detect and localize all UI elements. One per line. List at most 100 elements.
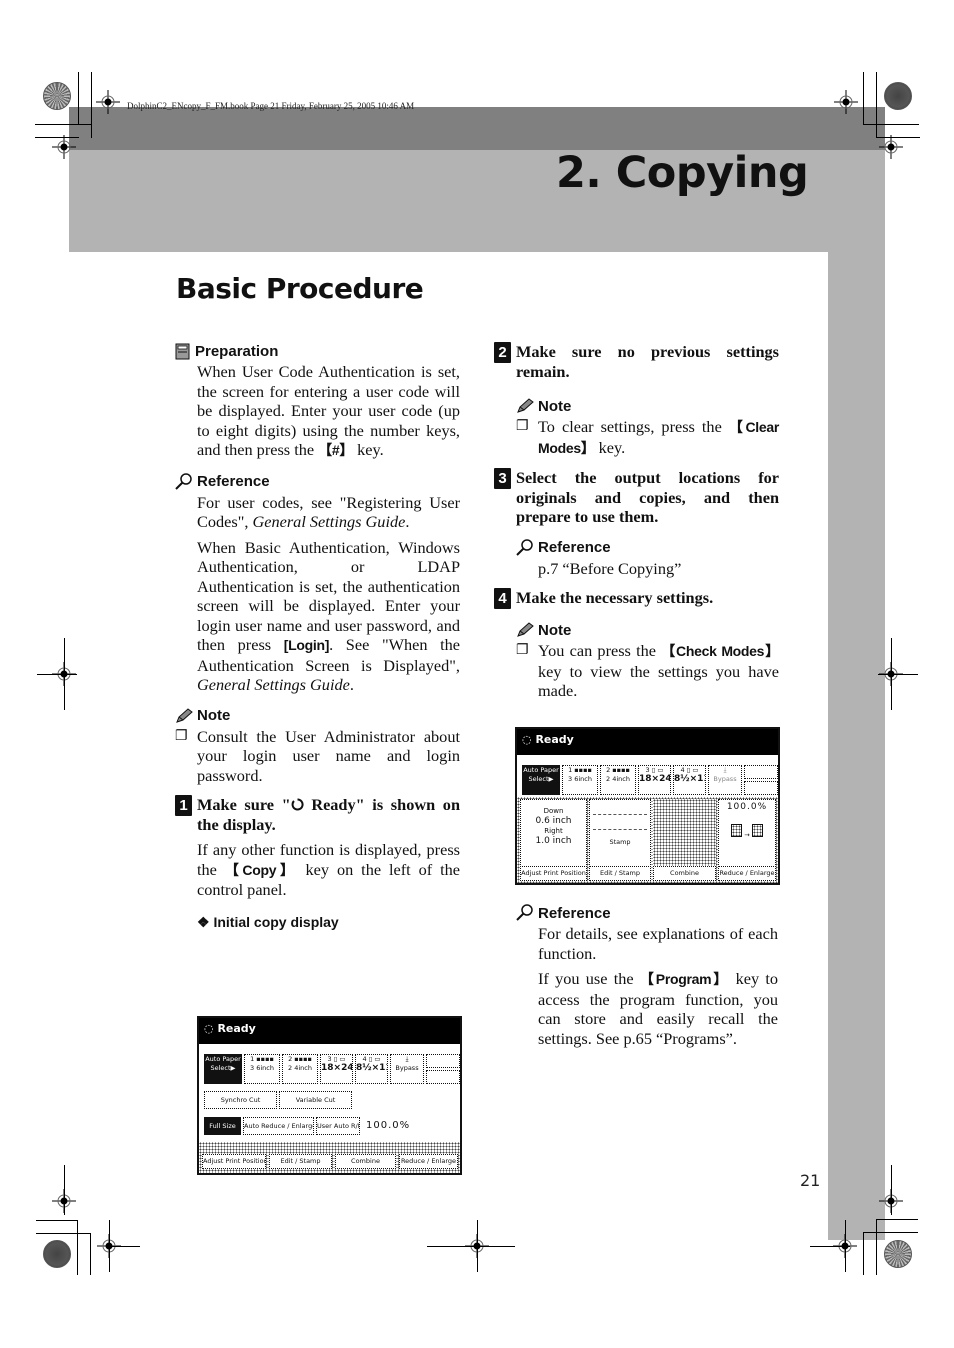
status-bar: ◌ Ready bbox=[199, 1018, 460, 1044]
reference-text: For details, see explanations of each fu… bbox=[538, 924, 779, 1048]
step-number: 4 bbox=[494, 588, 511, 609]
magnifier-icon bbox=[516, 538, 533, 556]
crop-line bbox=[64, 1165, 65, 1215]
check-modes-key: 【Check Modes】 bbox=[661, 643, 779, 659]
note-heading: Note bbox=[175, 705, 460, 727]
crop-line bbox=[35, 124, 91, 125]
pencil-icon bbox=[176, 707, 193, 723]
note-item: ❐ Consult the User Administrator about y… bbox=[175, 726, 460, 785]
step-1: 1 Make sure " Ready" is shown on the dis… bbox=[175, 795, 460, 834]
ready-circle-icon: ◌ bbox=[522, 733, 532, 746]
program-key: 【Program】 bbox=[639, 971, 730, 987]
crop-line bbox=[37, 674, 77, 675]
crop-line bbox=[863, 124, 919, 125]
crop-line bbox=[90, 1233, 91, 1275]
tray-1[interactable]: 1 ▪▪▪▪ 3 6inch bbox=[562, 765, 598, 795]
tab-adjust-print-position[interactable]: Adjust Print Position bbox=[202, 1154, 266, 1169]
print-slug: DolphinC2_ENcopy_F_FM.book Page 21 Frida… bbox=[127, 101, 415, 111]
final-reference: Reference For details, see explanations … bbox=[516, 902, 778, 1054]
page-number: 21 bbox=[800, 1171, 821, 1190]
edit-stamp-summary[interactable]: Stamp bbox=[589, 799, 651, 867]
blank-key[interactable] bbox=[426, 1054, 460, 1068]
full-size-button[interactable]: Full Size bbox=[204, 1117, 241, 1135]
checkbox-bullet-icon: ❐ bbox=[516, 643, 529, 658]
right-column: 2 Make sure no previous settings remain.… bbox=[494, 340, 779, 701]
checkbox-bullet-icon: ❐ bbox=[175, 728, 188, 744]
pencil-icon bbox=[517, 398, 534, 413]
tray-4[interactable]: 4 ▯ ▭8½×11 bbox=[355, 1054, 388, 1084]
blank-key[interactable] bbox=[744, 781, 778, 795]
reference-text: For user codes, see "Registering User Co… bbox=[197, 492, 460, 695]
registration-mark-icon bbox=[834, 90, 858, 114]
tray-3[interactable]: 3 ▯ ▭ 18×24 bbox=[638, 765, 671, 795]
tab-edit-stamp[interactable]: Edit / Stamp bbox=[269, 1154, 332, 1169]
hash-key: 【#】 bbox=[318, 442, 354, 458]
crop-line bbox=[878, 674, 918, 675]
preparation-heading: Preparation bbox=[175, 340, 460, 362]
crop-line bbox=[427, 1246, 515, 1247]
auto-reduce-enlarge-button[interactable]: Auto Reduce / Enlarge bbox=[243, 1117, 314, 1135]
crop-line bbox=[863, 1232, 918, 1233]
crop-line bbox=[891, 1165, 892, 1215]
step-number: 2 bbox=[494, 342, 511, 363]
figure-caption: ❖ Initial copy display bbox=[197, 913, 339, 930]
synchro-cut-button[interactable]: Synchro Cut bbox=[204, 1091, 277, 1109]
ready-circle-icon bbox=[291, 798, 304, 811]
crop-line bbox=[876, 1219, 877, 1275]
tray-auto-paper-select[interactable]: Auto Paper Select▶ bbox=[204, 1054, 242, 1084]
crop-line bbox=[110, 1246, 140, 1247]
reduce-enlarge-icon: → bbox=[719, 824, 775, 840]
combine-summary[interactable] bbox=[653, 799, 716, 867]
status-bar: ◌ Ready bbox=[517, 729, 778, 755]
blank-key[interactable] bbox=[744, 765, 778, 779]
reduce-enlarge-summary[interactable]: 100.0% → bbox=[718, 799, 776, 867]
tray-auto-paper-select[interactable]: Auto Paper Select▶ bbox=[522, 765, 560, 795]
reference-heading: Reference bbox=[516, 902, 778, 924]
tab-edit-stamp[interactable]: Edit / Stamp bbox=[589, 866, 651, 881]
step-1-text: If any other function is displayed, pres… bbox=[197, 840, 461, 899]
tray-2[interactable]: 2 ▪▪▪▪ 2 4inch bbox=[600, 765, 636, 795]
step-number: 3 bbox=[494, 468, 511, 489]
tab-combine[interactable]: Combine bbox=[653, 866, 716, 881]
chapter-band-dark bbox=[69, 107, 885, 150]
chapter-title: 2. Copying bbox=[556, 148, 809, 198]
adjust-print-position-summary[interactable]: Down 0.6 inch Right 1.0 inch bbox=[520, 799, 587, 867]
crop-line bbox=[477, 1220, 478, 1272]
variable-cut-button[interactable]: Variable Cut bbox=[279, 1091, 352, 1109]
tray-2[interactable]: 2 ▪▪▪▪ 2 4inch bbox=[282, 1054, 318, 1084]
copy-key: 【Copy】 bbox=[224, 861, 298, 878]
tray-bypass[interactable]: ⤓ Bypass bbox=[708, 765, 742, 795]
crop-line bbox=[876, 1219, 918, 1220]
note-item: ❐ You can press the 【Check Modes】 key to… bbox=[516, 641, 779, 700]
crop-line bbox=[845, 1220, 846, 1272]
magnifier-icon bbox=[516, 904, 533, 921]
step-4: 4 Make the necessary settings. bbox=[494, 588, 779, 609]
user-auto-re-button[interactable]: User Auto R/E bbox=[316, 1117, 360, 1135]
ratio-value: 100.0% bbox=[366, 1120, 411, 1131]
note-item: ❐ To clear settings, press the 【Clear Mo… bbox=[516, 417, 779, 457]
copier-panel-initial: ◌ Ready Auto Paper Select▶ 1 ▪▪▪▪ 3 6inch … bbox=[197, 1016, 462, 1175]
preparation-icon bbox=[175, 343, 190, 359]
color-rosette-mark bbox=[43, 82, 71, 110]
crop-line bbox=[109, 1220, 110, 1272]
reference-link-before-copying[interactable]: p.7 “Before Copying” bbox=[538, 559, 779, 579]
chapter-side-strip bbox=[828, 252, 885, 1240]
blank-key[interactable] bbox=[426, 1070, 460, 1084]
tray-1[interactable]: 1 ▪▪▪▪ 3 6inch bbox=[244, 1054, 280, 1084]
crop-line bbox=[863, 72, 864, 125]
reference-heading: Reference bbox=[175, 471, 460, 493]
tab-adjust-print-position[interactable]: Adjust Print Position bbox=[520, 866, 587, 881]
crop-line bbox=[78, 72, 79, 125]
tab-reduce-enlarge[interactable]: Reduce / Enlarge bbox=[399, 1154, 458, 1169]
color-rosette-mark bbox=[884, 1240, 912, 1268]
ready-circle-icon: ◌ bbox=[204, 1022, 214, 1035]
tab-reduce-enlarge[interactable]: Reduce / Enlarge bbox=[718, 866, 776, 881]
tab-combine[interactable]: Combine bbox=[335, 1154, 396, 1169]
tray-4[interactable]: 4 ▯ ▭8½×11 bbox=[673, 765, 706, 795]
tray-bypass[interactable]: ⤓ Bypass bbox=[390, 1054, 424, 1084]
tray-3[interactable]: 3 ▯ ▭ 18×24 bbox=[320, 1054, 353, 1084]
crop-line bbox=[863, 1232, 864, 1275]
crop-line bbox=[876, 72, 877, 138]
copier-panel-settings: ◌ Ready Auto Paper Select▶ 1 ▪▪▪▪ 3 6inch … bbox=[515, 727, 780, 885]
registration-mark-icon bbox=[52, 135, 76, 159]
